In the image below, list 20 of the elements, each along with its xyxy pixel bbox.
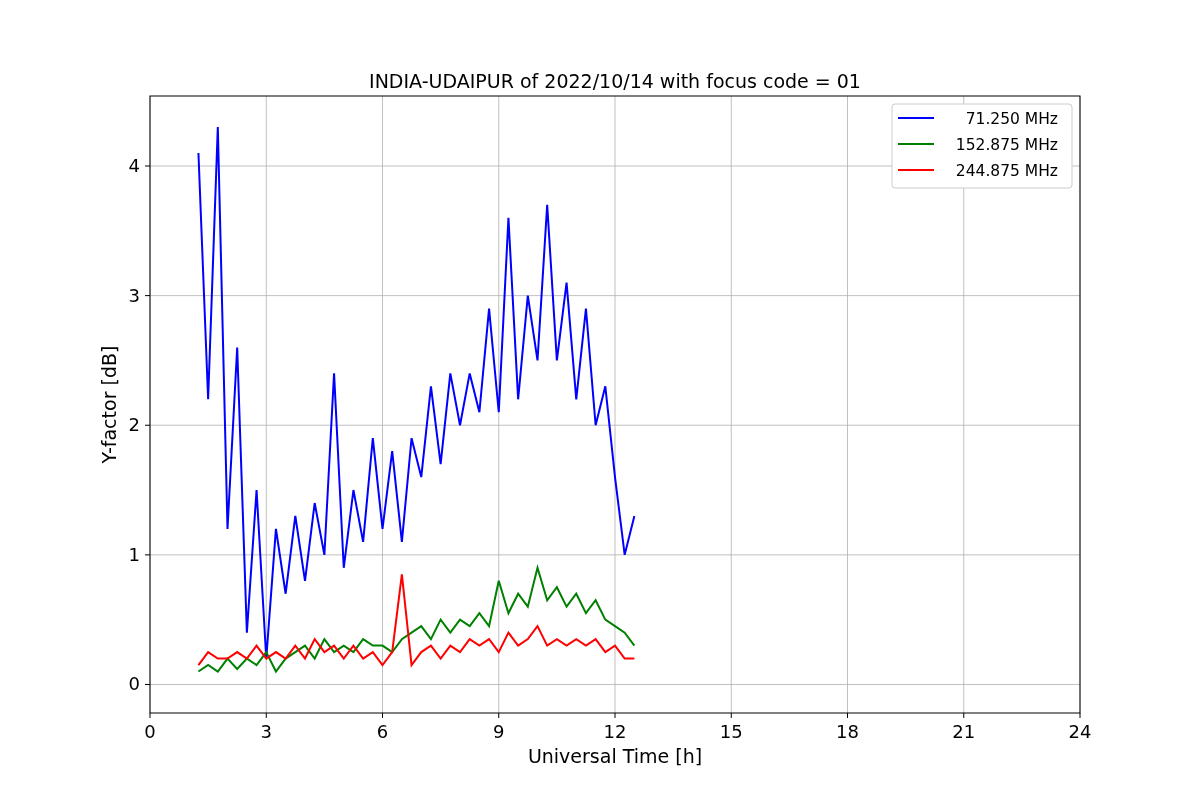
legend-label: 244.875 MHz [955, 162, 1058, 180]
tick-label: 3 [128, 284, 140, 306]
tick-label: 18 [836, 721, 859, 742]
tick-label: 24 [1068, 721, 1092, 742]
y-axis-label: Y-factor [dB] [98, 345, 120, 464]
x-axis-label: Universal Time [h] [527, 745, 703, 767]
tick-label: 12 [603, 721, 627, 742]
tick-label: 9 [493, 721, 505, 742]
tick-label: 21 [952, 721, 976, 742]
tick-label: 0 [128, 673, 140, 695]
chart-title: INDIA-UDAIPUR of 2022/10/14 with focus code = 01 [369, 70, 861, 92]
legend-label: 152.875 MHz [955, 136, 1058, 154]
tick-label: 4 [128, 155, 140, 176]
legend-label: 71.250 MHz [965, 110, 1058, 128]
tick-label: 3 [260, 721, 272, 742]
tick-label: 0 [144, 721, 156, 742]
tick-label: 15 [719, 721, 743, 742]
tick-label: 6 [376, 721, 389, 742]
tick-label: 1 [128, 543, 140, 565]
tick-label: 2 [128, 414, 140, 436]
